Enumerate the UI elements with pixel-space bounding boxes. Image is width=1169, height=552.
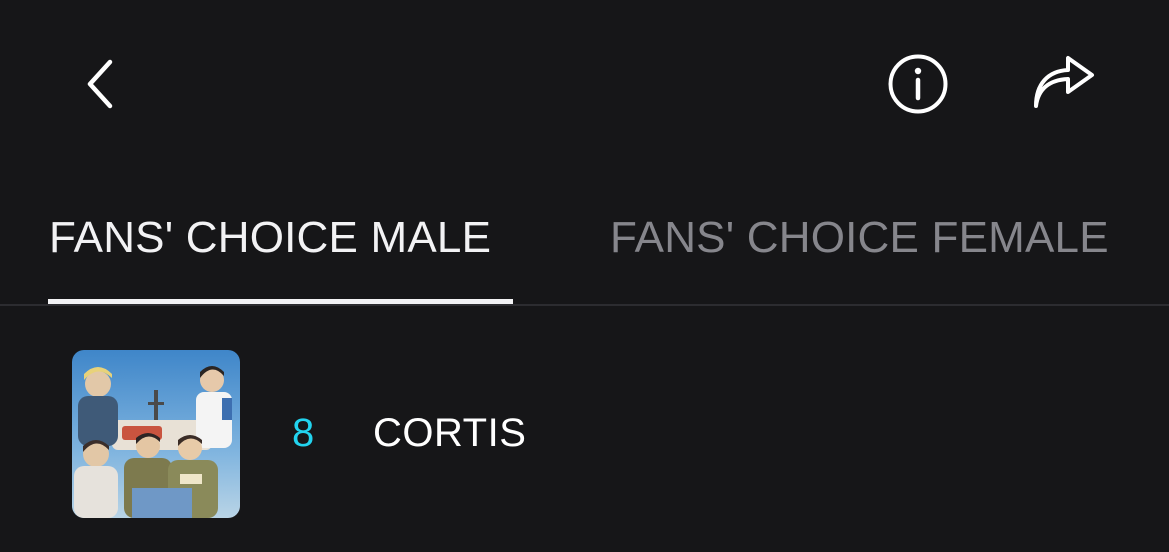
screen: FANS' CHOICE MALE FANS' CHOICE FEMALE 8 … (0, 0, 1169, 552)
artist-name: CORTIS (373, 411, 527, 455)
tab-fans-choice-male[interactable]: FANS' CHOICE MALE (49, 212, 491, 264)
list-item[interactable]: 8 CORTIS (0, 340, 1169, 530)
info-button[interactable] (883, 51, 953, 117)
tabs-divider (0, 304, 1169, 306)
tab-fans-choice-female[interactable]: FANS' CHOICE FEMALE (610, 212, 1109, 264)
chevron-left-icon (87, 59, 113, 109)
info-circle-icon (888, 54, 948, 114)
rank-number: 8 (292, 411, 315, 455)
artist-thumbnail (72, 350, 240, 518)
share-arrow-icon (1034, 56, 1094, 108)
category-tabs: FANS' CHOICE MALE FANS' CHOICE FEMALE (0, 196, 1169, 306)
share-button[interactable] (1024, 51, 1104, 117)
back-button[interactable] (68, 48, 132, 120)
